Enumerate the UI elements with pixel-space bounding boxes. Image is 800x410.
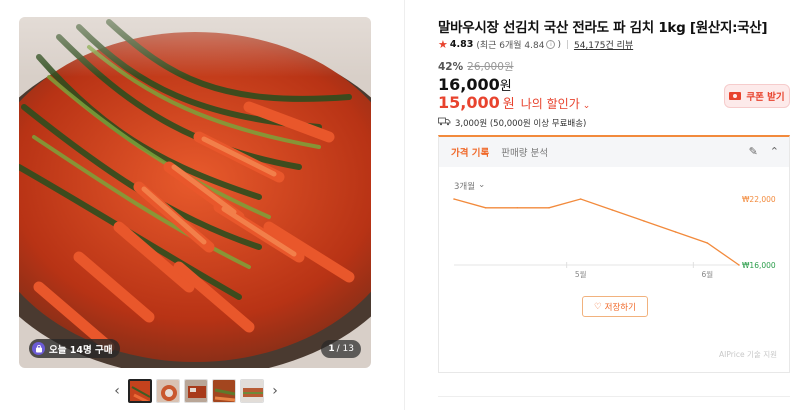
price-point bbox=[579, 198, 582, 200]
sale-price: 16,000원 bbox=[438, 75, 512, 94]
price-point bbox=[516, 207, 519, 209]
card-header-icons: ✎ ⌃ bbox=[749, 145, 779, 158]
save-button-label: 저장하기 bbox=[604, 302, 636, 313]
kimchi-photo bbox=[19, 17, 371, 368]
price-point bbox=[611, 209, 614, 211]
max-price-label: ₩22,000 bbox=[742, 195, 776, 204]
price-point bbox=[674, 231, 677, 233]
image-counter-total: / 13 bbox=[336, 344, 354, 354]
price-card-header: 가격 기록 판매량 분석 ✎ ⌃ bbox=[439, 137, 789, 167]
rating-row: ★ 4.83 (최근 6개월 4.84 i ) 54,175건 리뷰 bbox=[438, 38, 633, 51]
product-image[interactable]: 오늘 14명 구매 1 / 13 bbox=[19, 17, 371, 368]
purchase-count-badge: 오늘 14명 구매 bbox=[29, 339, 120, 358]
chevron-down-icon[interactable]: ⌄ bbox=[583, 101, 591, 111]
x-tick-label: 5월 bbox=[575, 269, 587, 279]
shipping-info: 3,000원 (50,000원 이상 무료배송) bbox=[438, 117, 586, 129]
sale-price-unit: 원 bbox=[499, 79, 512, 94]
my-price-value: 15,000 bbox=[438, 93, 500, 112]
heart-icon: ♡ bbox=[594, 301, 602, 312]
star-icon: ★ bbox=[438, 38, 448, 51]
bottom-divider bbox=[438, 396, 790, 397]
thumbnail-next-button[interactable]: › bbox=[268, 378, 282, 404]
thumbnail-4[interactable] bbox=[212, 379, 236, 403]
price-history-card: 가격 기록 판매량 분석 ✎ ⌃ 3개월 ⌄ 5월 6월 ₩22,000 ₩16,00… bbox=[438, 135, 790, 373]
thumbnail-2[interactable] bbox=[156, 379, 180, 403]
product-title: 말바우시장 선김치 국산 전라도 파 김치 1kg [원산지:국산] bbox=[438, 20, 768, 36]
sale-price-value: 16,000 bbox=[438, 75, 500, 94]
thumbnail-prev-button[interactable]: ‹ bbox=[110, 378, 124, 404]
chevron-up-icon[interactable]: ⌃ bbox=[770, 145, 779, 158]
shipping-text: 3,000원 (50,000원 이상 무료배송) bbox=[455, 119, 587, 129]
info-icon[interactable]: i bbox=[546, 40, 556, 49]
price-point bbox=[643, 220, 645, 222]
thumbnail-strip: ‹ › bbox=[110, 378, 282, 404]
price-point bbox=[484, 207, 487, 209]
discount-row: 42% 26,000원 bbox=[438, 59, 514, 74]
price-point bbox=[453, 198, 455, 200]
powered-by: AIPrice 기술 지원 bbox=[718, 350, 777, 359]
x-tick-label: 6월 bbox=[701, 269, 713, 279]
my-price-unit: 원 bbox=[502, 97, 515, 112]
my-discount-price: 15,000 원 나의 할인가 ⌄ bbox=[438, 93, 590, 112]
price-history-chart: 5월 6월 ₩22,000 ₩16,000 bbox=[453, 195, 776, 279]
thumbnail-3[interactable] bbox=[184, 379, 208, 403]
price-point bbox=[706, 242, 709, 244]
coupon-button-label: 쿠폰 받기 bbox=[746, 92, 785, 103]
tab-price-history[interactable]: 가격 기록 bbox=[451, 145, 489, 159]
price-line bbox=[453, 198, 740, 266]
coupon-button[interactable]: 쿠폰 받기 bbox=[724, 84, 790, 108]
rating-score: 4.83 bbox=[449, 39, 474, 50]
image-counter: 1 / 13 bbox=[321, 340, 361, 358]
thumbnail-1[interactable] bbox=[128, 379, 152, 403]
price-point bbox=[738, 264, 740, 266]
edit-icon[interactable]: ✎ bbox=[749, 145, 758, 158]
tab-sales-analysis[interactable]: 판매량 분석 bbox=[501, 145, 548, 159]
rating-recent: (최근 6개월 4.84 bbox=[476, 41, 545, 51]
column-divider bbox=[404, 0, 405, 410]
purchase-count-text: 오늘 14명 구매 bbox=[49, 344, 113, 356]
discount-rate: 42% bbox=[438, 61, 464, 73]
min-price-label: ₩16,000 bbox=[742, 261, 776, 270]
rating-recent-close: ) bbox=[557, 39, 561, 50]
bag-icon bbox=[32, 342, 45, 355]
save-button[interactable]: ♡ 저장하기 bbox=[582, 296, 648, 317]
ticket-icon bbox=[729, 92, 742, 100]
thumbnail-5[interactable] bbox=[240, 379, 264, 403]
my-price-label[interactable]: 나의 할인가 bbox=[521, 95, 580, 112]
review-count-link[interactable]: 54,175건 리뷰 bbox=[574, 38, 633, 51]
original-price: 26,000원 bbox=[467, 61, 514, 73]
price-point bbox=[548, 207, 550, 209]
separator bbox=[566, 40, 568, 49]
truck-icon bbox=[438, 117, 451, 129]
image-counter-current: 1 bbox=[328, 344, 335, 354]
